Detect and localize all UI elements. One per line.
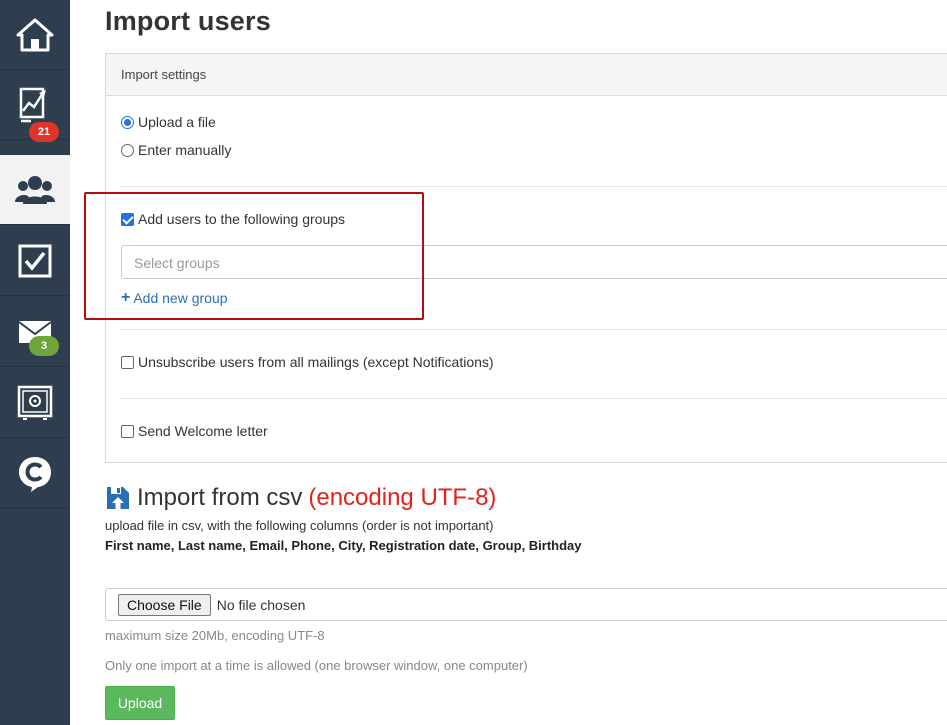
radio-label: Upload a file (138, 114, 216, 130)
checkbox-label: Unsubscribe users from all mailings (exc… (138, 354, 494, 370)
max-size-note: maximum size 20Mb, encoding UTF-8 (105, 628, 325, 643)
divider (121, 329, 947, 330)
select-groups-input[interactable]: Select groups (121, 245, 947, 279)
radio-button[interactable] (121, 115, 134, 129)
file-status: No file chosen (216, 596, 306, 613)
radio-label: Enter manually (138, 142, 232, 158)
checkbox-icon (18, 244, 52, 277)
checkbox[interactable] (121, 212, 134, 226)
sidebar-item-users[interactable] (0, 155, 70, 225)
divider (121, 398, 947, 399)
chart-icon (19, 87, 46, 122)
sidebar-item-tasks[interactable] (0, 226, 70, 296)
sidebar-item-chat[interactable] (0, 439, 70, 509)
divider (121, 186, 947, 187)
sidebar-item-home[interactable] (0, 0, 70, 70)
upload-button[interactable]: Upload (105, 686, 175, 720)
sidebar: 21 3 (0, 0, 70, 725)
welcome-letter-checkbox[interactable]: Send Welcome letter (121, 423, 268, 439)
home-icon (16, 18, 54, 51)
one-import-note: Only one import at a time is allowed (on… (105, 658, 528, 673)
checkbox[interactable] (121, 355, 134, 369)
csv-section-title: Import from csv (encoding UTF-8) (105, 484, 496, 512)
file-upload-icon (107, 487, 129, 509)
page-title: Import users (105, 6, 271, 36)
add-to-groups-checkbox[interactable]: Add users to the following groups (121, 211, 345, 227)
encoding-label: (encoding UTF-8) (308, 484, 497, 511)
csv-columns: First name, Last name, Email, Phone, Cit… (105, 538, 582, 553)
checkbox-label: Send Welcome letter (138, 423, 268, 439)
checkbox[interactable] (121, 424, 134, 438)
chat-c-icon (19, 456, 51, 492)
select-placeholder: Select groups (134, 255, 220, 271)
users-icon (15, 175, 55, 204)
unsubscribe-checkbox[interactable]: Unsubscribe users from all mailings (exc… (121, 354, 494, 370)
add-new-group-label: Add new group (133, 290, 228, 306)
enter-manually-radio[interactable]: Enter manually (121, 142, 231, 158)
notification-badge: 3 (29, 336, 59, 356)
csv-title-text: Import from csv (137, 484, 303, 511)
radio-button[interactable] (121, 143, 134, 157)
plus-icon: + (121, 289, 131, 306)
file-input[interactable]: Choose File No file chosen (105, 588, 947, 621)
safe-icon (17, 385, 53, 420)
panel-header: Import settings (106, 54, 947, 96)
sidebar-item-mailings[interactable] (0, 297, 70, 367)
upload-file-radio[interactable]: Upload a file (121, 114, 216, 130)
notification-badge: 21 (29, 122, 59, 142)
choose-file-button[interactable]: Choose File (118, 593, 211, 616)
checkbox-label: Add users to the following groups (138, 211, 346, 227)
add-new-group-link[interactable]: + Add new group (121, 289, 228, 307)
csv-description: upload file in csv, with the following c… (105, 518, 494, 533)
sidebar-item-safe[interactable] (0, 368, 70, 438)
